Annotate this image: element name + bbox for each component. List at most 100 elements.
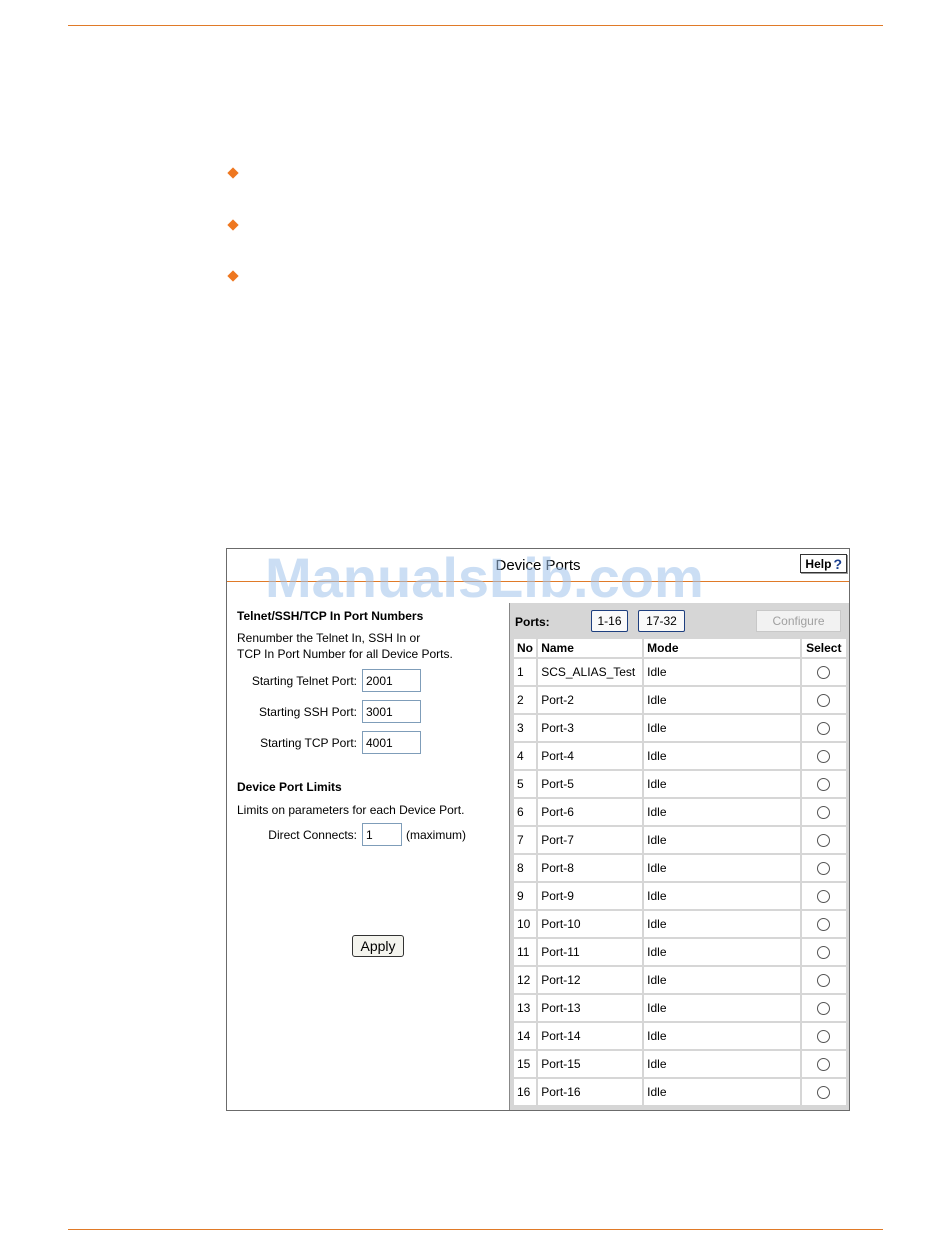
port-mode: Idle [644,799,800,825]
port-no: 11 [514,939,537,965]
header-mode: Mode [644,639,800,657]
header-select: Select [801,639,846,657]
direct-connects-label: Direct Connects: [268,827,357,842]
port-select-radio[interactable] [817,1086,831,1100]
port-mode: Idle [644,995,800,1021]
ssh-port-field[interactable] [362,700,421,723]
port-select-radio[interactable] [817,1030,831,1044]
table-row: 15 Port-15 Idle [514,1051,846,1077]
port-no: 6 [514,799,537,825]
port-mode: Idle [644,715,800,741]
table-row: 1 SCS_ALIAS_Test Idle [514,659,846,685]
bullet-icon [227,270,239,282]
tcp-port-label: Starting TCP Port: [260,735,357,750]
port-select-radio[interactable] [817,946,831,960]
port-select-radio[interactable] [817,722,831,736]
port-no: 16 [514,1079,537,1105]
telnet-port-field[interactable] [362,669,421,692]
port-select-cell [801,855,846,881]
port-name: Port-8 [538,855,643,881]
port-select-cell [801,687,846,713]
port-name: Port-10 [538,911,643,937]
port-mode: Idle [644,1079,800,1105]
port-mode: Idle [644,883,800,909]
port-select-radio[interactable] [817,778,831,792]
table-header-row: No Name Mode Select [514,639,846,657]
port-select-cell [801,1051,846,1077]
port-no: 2 [514,687,537,713]
table-row: 8 Port-8 Idle [514,855,846,881]
tcp-port-field[interactable] [362,731,421,754]
port-select-radio[interactable] [817,890,831,904]
top-rule [68,25,883,26]
table-row: 5 Port-5 Idle [514,771,846,797]
table-row: 14 Port-14 Idle [514,1023,846,1049]
table-row: 6 Port-6 Idle [514,799,846,825]
port-no: 13 [514,995,537,1021]
direct-connects-field[interactable] [362,823,402,846]
panel-title: Device Ports [495,557,581,574]
port-no: 7 [514,827,537,853]
port-select-radio[interactable] [817,750,831,764]
port-no: 4 [514,743,537,769]
table-row: 2 Port-2 Idle [514,687,846,713]
direct-connects-suffix: (maximum) [406,827,466,842]
table-row: 3 Port-3 Idle [514,715,846,741]
port-select-radio[interactable] [817,806,831,820]
port-mode: Idle [644,855,800,881]
port-mode: Idle [644,771,800,797]
port-select-cell [801,743,846,769]
port-select-cell [801,715,846,741]
port-mode: Idle [644,911,800,937]
port-no: 5 [514,771,537,797]
table-row: 13 Port-13 Idle [514,995,846,1021]
port-select-cell [801,771,846,797]
port-select-cell [801,1079,846,1105]
port-select-radio[interactable] [817,1058,831,1072]
port-numbers-desc-1: Renumber the Telnet In, SSH In or [237,631,421,645]
port-select-radio[interactable] [817,1002,831,1016]
port-numbers-title: Telnet/SSH/TCP In Port Numbers [237,609,424,623]
bullet-icon [227,219,239,231]
port-mode: Idle [644,939,800,965]
ports-range-1-16-button[interactable]: 1-16 [591,610,628,632]
port-limits-desc: Limits on parameters for each Device Por… [237,803,465,817]
help-button[interactable]: Help ? [800,554,847,573]
port-select-radio[interactable] [817,918,831,932]
port-mode: Idle [644,659,800,685]
header-name: Name [538,639,643,657]
port-no: 9 [514,883,537,909]
port-name: Port-16 [538,1079,643,1105]
port-numbers-desc-2: TCP In Port Number for all Device Ports. [237,647,453,661]
ports-range-17-32-button[interactable]: 17-32 [638,610,685,632]
question-icon: ? [833,555,842,572]
header-no: No [514,639,537,657]
port-name: SCS_ALIAS_Test [538,659,643,685]
port-mode: Idle [644,1023,800,1049]
port-mode: Idle [644,1051,800,1077]
port-select-cell [801,939,846,965]
ports-table: No Name Mode Select 1 SCS_ALIAS_Test Idle 2… [512,637,848,1107]
port-no: 3 [514,715,537,741]
port-no: 1 [514,659,537,685]
port-mode: Idle [644,687,800,713]
table-row: 4 Port-4 Idle [514,743,846,769]
configure-button[interactable]: Configure [756,610,841,632]
ports-list-area: Ports: 1-16 17-32 Configure No Name Mode… [509,603,849,1110]
bottom-rule [68,1229,883,1230]
port-name: Port-15 [538,1051,643,1077]
port-select-radio[interactable] [817,666,831,680]
port-select-radio[interactable] [817,862,831,876]
port-select-cell [801,1023,846,1049]
panel-header: Device Ports Help ? [227,549,849,582]
port-mode: Idle [644,967,800,993]
port-select-radio[interactable] [817,694,831,708]
port-no: 14 [514,1023,537,1049]
apply-button[interactable]: Apply [352,935,404,957]
ssh-port-label: Starting SSH Port: [258,704,357,719]
port-name: Port-4 [538,743,643,769]
table-row: 16 Port-16 Idle [514,1079,846,1105]
port-select-radio[interactable] [817,834,831,848]
port-select-radio[interactable] [817,974,831,988]
port-name: Port-13 [538,995,643,1021]
